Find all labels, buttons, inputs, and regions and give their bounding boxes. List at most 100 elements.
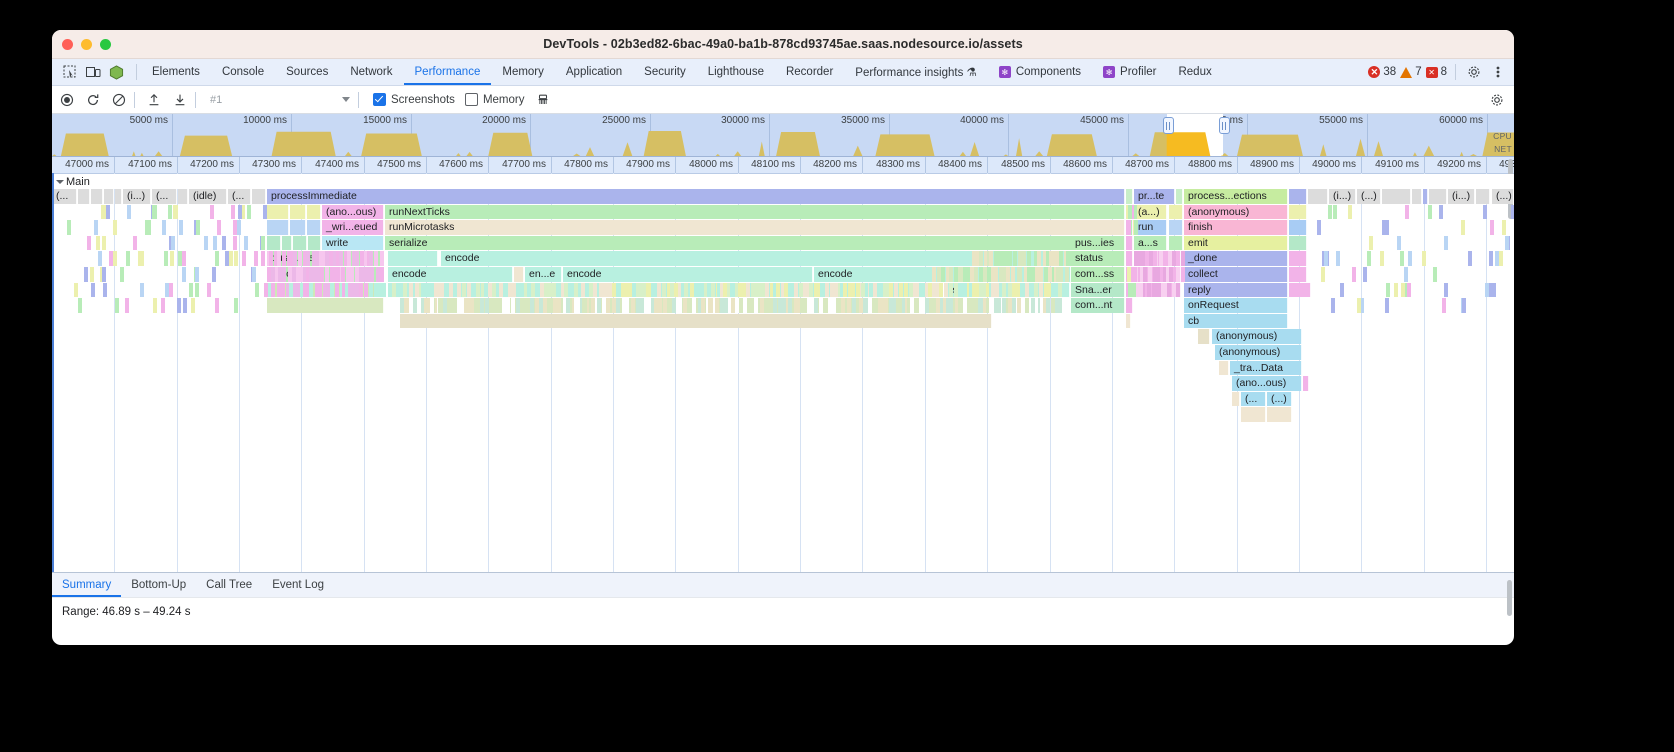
flame-bar-micro[interactable] — [710, 282, 715, 298]
flame-bar-micro[interactable] — [842, 282, 847, 298]
flame-bar[interactable]: (ano...ous) — [322, 204, 384, 220]
flame-bar-sliver[interactable] — [182, 266, 187, 282]
flame-bar-sliver[interactable] — [1385, 220, 1390, 235]
flame-bar-sliver[interactable] — [178, 251, 182, 266]
flame-bar-sliver[interactable] — [253, 251, 258, 266]
flame-bar-sliver[interactable] — [113, 251, 118, 266]
flame-bar-micro[interactable] — [580, 282, 585, 298]
flame-bar-sliver[interactable] — [254, 282, 259, 298]
flame-bar-micro[interactable] — [989, 298, 994, 313]
flame-bar-sliver[interactable] — [90, 282, 95, 298]
flame-bar-sliver[interactable] — [169, 282, 173, 298]
flame-bar[interactable] — [1169, 204, 1183, 220]
flame-bar[interactable]: finish — [1184, 220, 1288, 235]
track-header-main[interactable]: Main — [52, 174, 1514, 189]
flame-bar[interactable] — [267, 298, 384, 313]
flame-bar[interactable] — [1126, 189, 1133, 204]
flame-bar-sliver[interactable] — [234, 251, 238, 266]
flame-bar[interactable] — [1423, 189, 1428, 204]
collect-garbage-icon[interactable] — [532, 89, 554, 111]
flame-bar[interactable]: onRequest — [1184, 298, 1288, 313]
flame-bar-sliver[interactable] — [260, 235, 265, 251]
flame-bar-micro[interactable] — [1008, 251, 1012, 266]
flame-bar-micro[interactable] — [787, 298, 792, 313]
flame-bar[interactable]: cb — [1184, 313, 1288, 329]
flame-bar[interactable] — [104, 189, 114, 204]
flame-bar-sliver[interactable] — [1407, 282, 1412, 298]
flame-bar-micro[interactable] — [339, 251, 344, 266]
flame-bar-micro[interactable] — [1011, 282, 1016, 298]
flame-bar-micro[interactable] — [1012, 298, 1017, 313]
flame-bar-micro[interactable] — [556, 282, 561, 298]
flame-bar-sliver[interactable] — [204, 235, 208, 251]
message-badge[interactable]: ✕ 8 — [1425, 66, 1447, 78]
flame-bar[interactable] — [1382, 189, 1411, 204]
flame-bar-micro[interactable] — [430, 298, 435, 313]
flame-bar[interactable] — [1289, 204, 1307, 220]
flame-bar-micro[interactable] — [330, 282, 335, 298]
flame-bar-sliver[interactable] — [1422, 251, 1427, 266]
flame-bar-micro[interactable] — [850, 282, 855, 298]
flame-bar-sliver[interactable] — [1443, 235, 1448, 251]
flame-bar[interactable] — [1267, 407, 1292, 422]
flame-bar-micro[interactable] — [268, 251, 273, 266]
flame-bar[interactable] — [1289, 235, 1307, 251]
flame-bar-micro[interactable] — [1016, 282, 1021, 298]
flame-bar-sliver[interactable] — [1356, 298, 1361, 313]
flame-bar-micro[interactable] — [1001, 266, 1006, 282]
more-options-icon[interactable] — [1488, 62, 1508, 82]
flame-bar[interactable]: serialize — [385, 235, 1123, 251]
flame-bar-micro[interactable] — [841, 298, 846, 313]
flame-bar-micro[interactable] — [657, 282, 662, 298]
flame-bar-micro[interactable] — [317, 282, 322, 298]
flame-bar-sliver[interactable] — [98, 251, 103, 266]
flame-bar[interactable] — [307, 204, 321, 220]
flame-bar-sliver[interactable] — [1362, 266, 1367, 282]
flame-bar-micro[interactable] — [872, 298, 877, 313]
flame-bar-micro[interactable] — [518, 282, 523, 298]
flame-bar-sliver[interactable] — [103, 282, 108, 298]
timeline-overview[interactable]: 5000 ms 10000 ms 15000 ms 20000 ms 25000 ms 3… — [52, 114, 1514, 157]
flame-bar-micro[interactable] — [1180, 251, 1185, 266]
flame-bar-micro[interactable] — [1059, 251, 1064, 266]
flame-bar-micro[interactable] — [919, 282, 923, 298]
flame-bar-sliver[interactable] — [132, 235, 137, 251]
flame-bar-micro[interactable] — [935, 298, 940, 313]
flame-bar[interactable]: Sna...er — [1071, 282, 1125, 298]
flame-bar-sliver[interactable] — [195, 282, 199, 298]
flame-bar[interactable] — [307, 220, 321, 235]
flame-bar[interactable]: (...) — [1267, 391, 1292, 407]
flame-bar-micro[interactable] — [949, 282, 954, 298]
flame-bar[interactable]: (i...) — [1448, 189, 1475, 204]
flame-bar[interactable] — [1232, 391, 1240, 407]
flame-bar-sliver[interactable] — [1438, 204, 1443, 220]
flame-bar-sliver[interactable] — [264, 282, 268, 298]
flame-bar-micro[interactable] — [474, 298, 479, 313]
flame-bar-sliver[interactable] — [1127, 220, 1131, 235]
flame-bar-sliver[interactable] — [209, 204, 214, 220]
flame-bar-sliver[interactable] — [1404, 204, 1409, 220]
flame-bar[interactable] — [514, 266, 524, 282]
flame-bar-micro[interactable] — [995, 282, 1000, 298]
flame-bar-sliver[interactable] — [160, 298, 165, 313]
flame-bar-sliver[interactable] — [260, 251, 265, 266]
flame-bar-micro[interactable] — [325, 266, 329, 282]
flame-bar-micro[interactable] — [1058, 298, 1063, 313]
flame-bar-sliver[interactable] — [126, 251, 131, 266]
flame-bar-micro[interactable] — [694, 282, 699, 298]
flame-bar-micro[interactable] — [374, 251, 379, 266]
flame-bar[interactable] — [1289, 251, 1307, 266]
flame-bar-micro[interactable] — [699, 282, 704, 298]
flame-bar-sliver[interactable] — [74, 282, 79, 298]
flame-bar-micro[interactable] — [781, 298, 786, 313]
flame-bar-sliver[interactable] — [1467, 251, 1472, 266]
settings-gear-icon[interactable] — [1464, 62, 1484, 82]
clear-recording-button[interactable] — [108, 89, 130, 111]
flame-bar-sliver[interactable] — [1133, 220, 1138, 235]
flame-bar-micro[interactable] — [990, 282, 995, 298]
flame-bar[interactable] — [267, 220, 289, 235]
flame-bar-micro[interactable] — [369, 251, 374, 266]
flame-bar-micro[interactable] — [903, 282, 908, 298]
flame-bar-micro[interactable] — [444, 282, 449, 298]
flame-bar-sliver[interactable] — [1461, 220, 1466, 235]
